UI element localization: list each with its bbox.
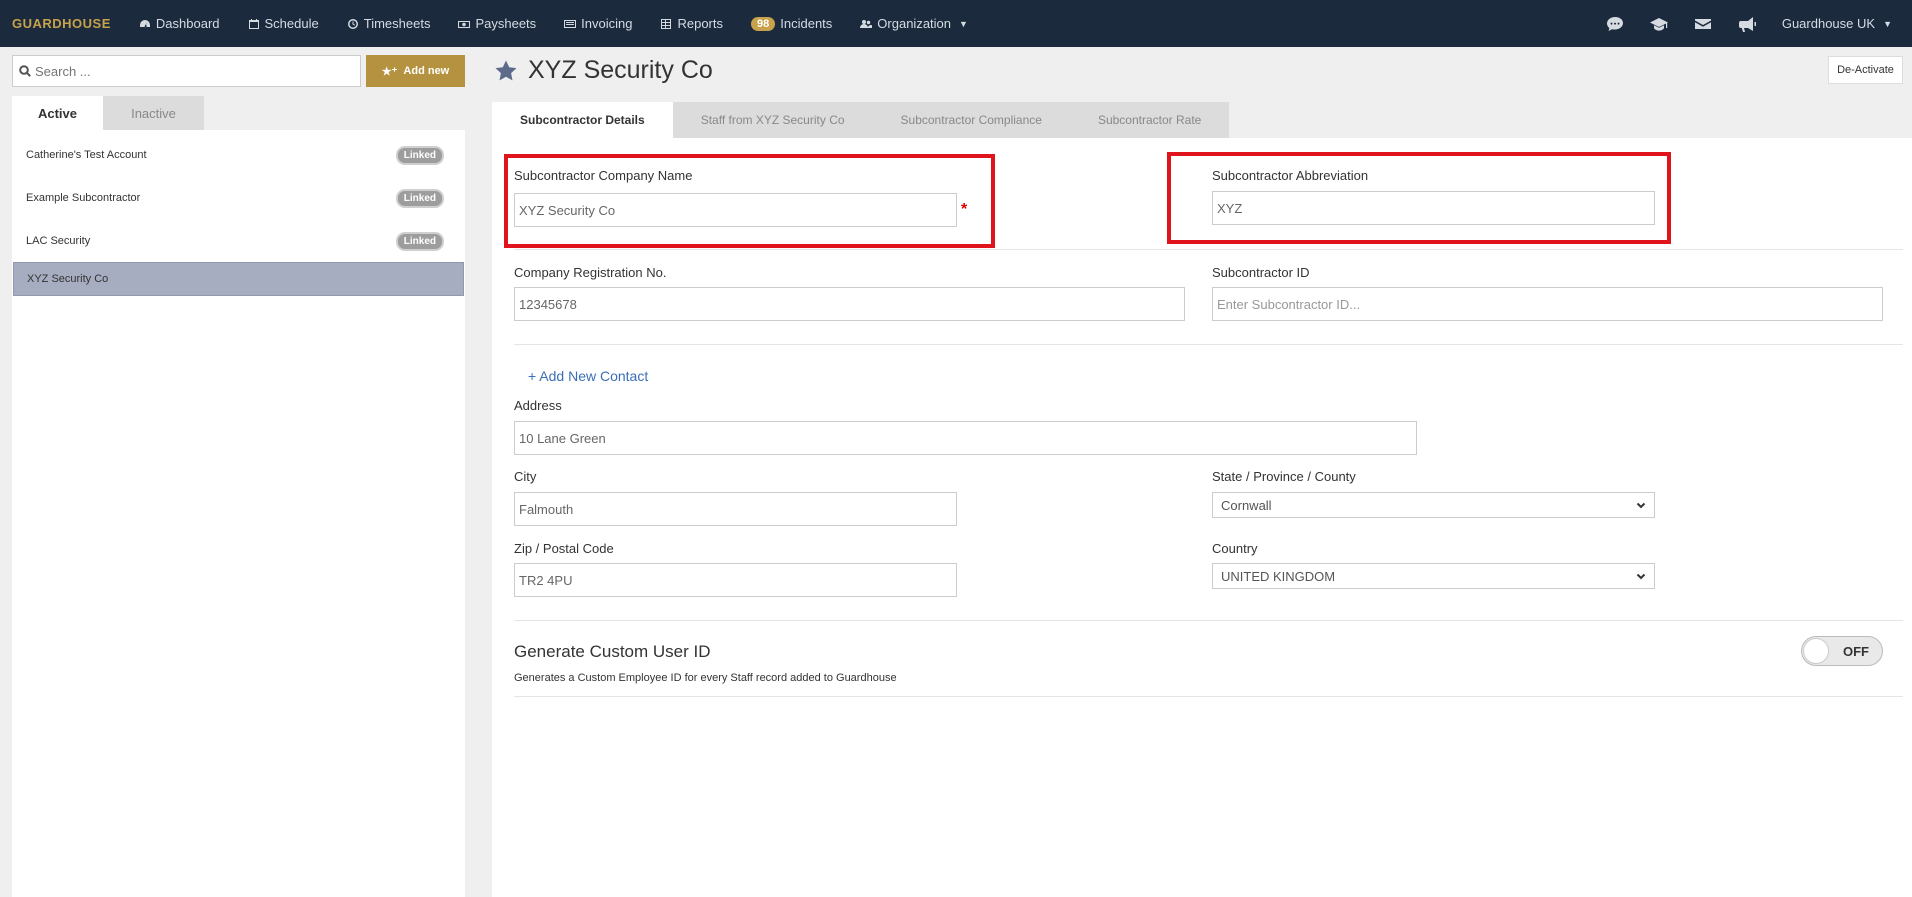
calendar-icon — [248, 18, 259, 29]
nav-label: Invoicing — [581, 16, 633, 31]
chat-icon[interactable] — [1606, 15, 1624, 33]
graduation-cap-icon[interactable] — [1649, 15, 1668, 33]
list-item-name: Example Subcontractor — [26, 192, 141, 204]
divider — [514, 696, 1903, 697]
tab-rate[interactable]: Subcontractor Rate — [1069, 102, 1230, 138]
caret-down-icon: ▼ — [1883, 18, 1892, 29]
address-label: Address — [514, 398, 562, 413]
state-selected-value: Cornwall — [1221, 497, 1272, 513]
chevron-down-icon — [1636, 502, 1646, 509]
nav-label: Dashboard — [155, 16, 220, 31]
nav-label: Incidents — [780, 16, 833, 31]
toggle-label: OFF — [1843, 643, 1869, 659]
nav-reports[interactable]: Reports — [660, 16, 723, 31]
envelope-icon[interactable] — [1694, 15, 1712, 33]
list-item-name: LAC Security — [26, 235, 91, 247]
country-selected-value: UNITED KINGDOM — [1221, 568, 1336, 584]
list-item[interactable]: Catherine's Test Account Linked — [13, 138, 464, 172]
zip-field[interactable]: TR2 4PU — [514, 563, 957, 597]
city-label: City — [514, 469, 537, 484]
page-title-text: XYZ Security Co — [528, 56, 713, 84]
star-icon[interactable] — [494, 59, 518, 83]
sidebar-tabs: Active Inactive — [12, 96, 204, 130]
company-name-field[interactable]: XYZ Security Co — [514, 193, 957, 227]
zip-label: Zip / Postal Code — [514, 541, 614, 556]
nav-right-group: Guardhouse UK ▼ — [1606, 0, 1892, 47]
account-menu[interactable]: Guardhouse UK ▼ — [1782, 16, 1892, 31]
nav-organization[interactable]: Organization ▼ — [860, 16, 968, 31]
invoice-icon — [564, 19, 577, 28]
search-box — [12, 55, 361, 87]
custom-id-title: Generate Custom User ID — [514, 642, 711, 661]
state-label: State / Province / County — [1212, 469, 1356, 484]
nav-label: Schedule — [264, 16, 319, 31]
tab-staff[interactable]: Staff from XYZ Security Co — [672, 102, 873, 138]
address-field[interactable]: 10 Lane Green — [514, 421, 1417, 455]
custom-id-description: Generates a Custom Employee ID for every… — [514, 672, 897, 684]
tab-compliance[interactable]: Subcontractor Compliance — [872, 102, 1070, 138]
linked-badge: Linked — [395, 231, 444, 251]
clock-icon — [347, 18, 358, 29]
linked-badge: Linked — [395, 145, 444, 165]
tab-subcontractor-details[interactable]: Subcontractor Details — [492, 102, 673, 138]
nav-label: Timesheets — [363, 16, 431, 31]
nav-paysheets[interactable]: Paysheets — [458, 16, 536, 31]
company-name-label: Subcontractor Company Name — [514, 168, 693, 183]
country-label: Country — [1212, 541, 1258, 556]
page-title: XYZ Security Co — [494, 56, 713, 85]
users-icon — [860, 19, 873, 28]
add-new-button[interactable]: ★⁺ Add new — [366, 55, 465, 87]
search-icon — [19, 65, 31, 77]
detail-tabs: Subcontractor Details Staff from XYZ Sec… — [492, 102, 1230, 138]
table-icon — [661, 18, 672, 29]
add-new-label: Add new — [403, 65, 450, 77]
subcontractor-id-field[interactable]: Enter Subcontractor ID... — [1212, 287, 1883, 321]
account-name: Guardhouse UK — [1781, 16, 1876, 31]
custom-id-toggle[interactable]: OFF — [1801, 636, 1883, 666]
money-icon — [458, 20, 471, 28]
nav-invoicing[interactable]: Invoicing — [564, 16, 632, 31]
app-logo[interactable]: GUARDHOUSE — [12, 16, 111, 31]
list-item-selected[interactable]: XYZ Security Co — [13, 262, 464, 296]
megaphone-icon[interactable] — [1738, 15, 1756, 33]
top-navbar: GUARDHOUSE Dashboard Schedule Timesheets… — [0, 0, 1912, 47]
nav-incidents[interactable]: 98 Incidents — [751, 16, 832, 31]
deactivate-button[interactable]: De-Activate — [1828, 56, 1903, 84]
divider — [514, 344, 1903, 345]
nav-label: Reports — [677, 16, 723, 31]
incidents-count-badge: 98 — [751, 16, 776, 31]
subcontractor-id-label: Subcontractor ID — [1212, 265, 1310, 280]
nav-schedule[interactable]: Schedule — [248, 16, 319, 31]
nav-label: Paysheets — [475, 16, 537, 31]
registration-field[interactable]: 12345678 — [514, 287, 1185, 321]
dashboard-icon — [139, 19, 150, 27]
list-item[interactable]: Example Subcontractor Linked — [13, 181, 464, 215]
search-input[interactable] — [35, 63, 355, 79]
linked-badge: Linked — [395, 188, 444, 208]
details-form: Subcontractor Company Name XYZ Security … — [492, 138, 1912, 897]
toggle-knob — [1803, 638, 1829, 664]
required-mark: * — [961, 201, 968, 218]
tab-inactive[interactable]: Inactive — [103, 96, 204, 130]
country-select[interactable]: UNITED KINGDOM — [1212, 563, 1655, 589]
divider — [514, 249, 1903, 250]
list-item[interactable]: LAC Security Linked — [13, 224, 464, 258]
abbreviation-field[interactable]: XYZ — [1212, 191, 1655, 225]
registration-label: Company Registration No. — [514, 265, 667, 280]
tab-active[interactable]: Active — [12, 96, 103, 130]
list-item-name: Catherine's Test Account — [26, 149, 147, 161]
star-plus-icon: ★⁺ — [381, 65, 398, 78]
caret-down-icon: ▼ — [959, 18, 968, 29]
nav-label: Organization — [877, 16, 952, 31]
add-new-contact-link[interactable]: + Add New Contact — [528, 368, 648, 384]
abbreviation-label: Subcontractor Abbreviation — [1212, 168, 1369, 183]
city-field[interactable]: Falmouth — [514, 492, 957, 526]
divider — [514, 620, 1903, 621]
nav-timesheets[interactable]: Timesheets — [347, 16, 431, 31]
list-item-name: XYZ Security Co — [27, 273, 109, 285]
subcontractor-list: Catherine's Test Account Linked Example … — [12, 130, 465, 897]
chevron-down-icon — [1636, 573, 1646, 580]
nav-dashboard[interactable]: Dashboard — [139, 16, 220, 31]
state-select[interactable]: Cornwall — [1212, 492, 1655, 518]
